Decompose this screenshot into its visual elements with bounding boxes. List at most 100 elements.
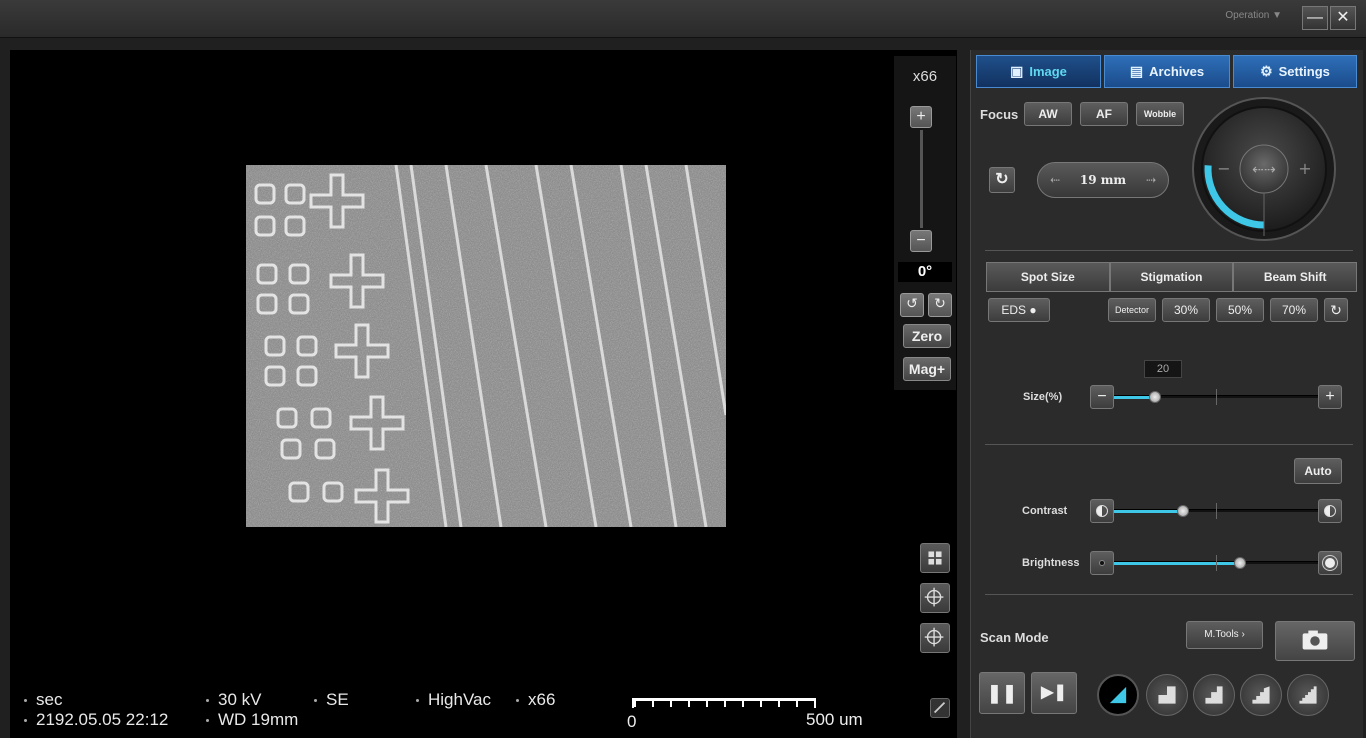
app-window: Operation ▼ — ✕ x66 + − 0° ↺ ↻ Zero Mag+… bbox=[0, 0, 1366, 738]
contrast-decrease-button[interactable] bbox=[1090, 499, 1114, 523]
focus-knob[interactable]: ⇠⇢ − + bbox=[1191, 96, 1337, 242]
contrast-icon bbox=[1324, 505, 1336, 517]
rotate-ccw-button[interactable]: ↺ bbox=[900, 293, 924, 317]
tab-settings[interactable]: ⚙ Settings bbox=[1233, 55, 1357, 88]
capture-button[interactable] bbox=[1275, 621, 1355, 661]
focus-knob-dial: ⇠⇢ − + bbox=[1192, 97, 1336, 241]
bullet-icon bbox=[206, 719, 209, 723]
close-button[interactable]: ✕ bbox=[1330, 6, 1356, 30]
scan-speed-2-button[interactable] bbox=[1146, 674, 1188, 716]
focus-reset-button[interactable]: ↻ bbox=[989, 167, 1015, 193]
bullet-icon bbox=[24, 699, 27, 703]
image-viewer[interactable]: x66 + − 0° ↺ ↻ Zero Mag+ sec 2192.05.05 … bbox=[10, 50, 957, 738]
tab-image[interactable]: ▣ Image bbox=[976, 55, 1101, 88]
brightness-slider-thumb[interactable] bbox=[1234, 557, 1247, 569]
status-working-distance: WD 19mm bbox=[206, 710, 298, 730]
spot-size-button[interactable]: Spot Size bbox=[986, 262, 1110, 292]
status-datetime-text: 2192.05.05 22:12 bbox=[36, 710, 169, 729]
contrast-label: Contrast bbox=[1022, 505, 1068, 517]
preset-30-button[interactable]: 30% bbox=[1162, 298, 1210, 322]
size-increase-button[interactable]: + bbox=[1318, 385, 1342, 409]
bullet-icon bbox=[416, 699, 419, 703]
status-detector-text: SE bbox=[326, 690, 349, 709]
slider-center-tick bbox=[1216, 555, 1217, 571]
brightness-decrease-button[interactable] bbox=[1090, 551, 1114, 575]
preset-70-button[interactable]: 70% bbox=[1270, 298, 1318, 322]
bullet-icon bbox=[516, 699, 519, 703]
scan-speed-4-button[interactable] bbox=[1240, 674, 1282, 716]
contrast-icon bbox=[1096, 505, 1108, 517]
status-magnification: x66 bbox=[516, 690, 555, 710]
beam-shift-button[interactable]: Beam Shift bbox=[1233, 262, 1358, 292]
size-slider-thumb[interactable] bbox=[1148, 391, 1161, 403]
tab-settings-label: Settings bbox=[1278, 64, 1330, 79]
sun-icon bbox=[1325, 558, 1335, 568]
auto-button[interactable]: Auto bbox=[1294, 458, 1342, 484]
operation-mode-select[interactable]: Operation ▼ bbox=[1225, 10, 1282, 21]
aw-button[interactable]: AW bbox=[1024, 102, 1072, 126]
contrast-increase-button[interactable] bbox=[1318, 499, 1342, 523]
status-wd-text: WD 19mm bbox=[218, 710, 299, 729]
scale-start-label: 0 bbox=[627, 712, 637, 731]
contrast-slider[interactable] bbox=[1114, 503, 1318, 519]
status-datetime: 2192.05.05 22:12 bbox=[24, 710, 168, 730]
knob-minus-icon: − bbox=[1217, 159, 1230, 178]
divider bbox=[985, 250, 1353, 251]
zoom-in-button[interactable]: + bbox=[910, 106, 932, 128]
slider-center-tick bbox=[1216, 503, 1217, 519]
arrow-right-icon: ⇢ bbox=[1145, 173, 1156, 187]
preset-50-button[interactable]: 50% bbox=[1216, 298, 1264, 322]
contrast-slider-thumb[interactable] bbox=[1177, 505, 1190, 517]
pause-button[interactable]: ❚❚ bbox=[979, 672, 1025, 714]
annotate-button[interactable] bbox=[930, 698, 950, 718]
step-button[interactable]: ▶❚ bbox=[1031, 672, 1077, 714]
scan-speed-2-icon bbox=[1158, 686, 1176, 704]
status-scan-speed: sec bbox=[24, 690, 62, 710]
wobble-button[interactable]: Wobble bbox=[1136, 102, 1184, 126]
status-vacuum: HighVac bbox=[416, 690, 491, 710]
size-label: Size(%) bbox=[1023, 391, 1063, 403]
contrast-slider-fill bbox=[1114, 510, 1184, 513]
knob-plus-icon: + bbox=[1298, 159, 1311, 178]
minimize-button[interactable]: — bbox=[1302, 6, 1328, 30]
grid-view-button[interactable] bbox=[920, 543, 950, 573]
crosshair-button[interactable] bbox=[920, 583, 950, 613]
center-target-button[interactable] bbox=[920, 623, 950, 653]
magnification-slider[interactable] bbox=[920, 130, 923, 228]
zero-button[interactable]: Zero bbox=[903, 324, 951, 348]
brightness-increase-button[interactable] bbox=[1318, 551, 1342, 575]
title-bar: Operation ▼ — ✕ bbox=[0, 0, 1366, 38]
slider-center-tick bbox=[1216, 389, 1217, 405]
size-value-tooltip: 20 bbox=[1144, 360, 1182, 378]
scan-speed-5-icon bbox=[1299, 686, 1317, 704]
beam-mode-segmented: Spot Size Stigmation Beam Shift bbox=[986, 262, 1358, 292]
scan-speed-3-icon bbox=[1205, 686, 1223, 704]
af-button[interactable]: AF bbox=[1080, 102, 1128, 126]
sem-image[interactable] bbox=[246, 165, 726, 527]
mag-plus-button[interactable]: Mag+ bbox=[903, 357, 951, 381]
scan-speed-5-button[interactable] bbox=[1287, 674, 1329, 716]
target-icon bbox=[924, 627, 944, 647]
magnification-panel: x66 + − 0° ↺ ↻ Zero Mag+ bbox=[894, 56, 956, 390]
status-detector: SE bbox=[314, 690, 349, 710]
brightness-label: Brightness bbox=[1022, 557, 1080, 569]
scan-speed-1-button[interactable] bbox=[1097, 674, 1139, 716]
eds-indicator-icon: ● bbox=[1026, 303, 1037, 317]
eds-button[interactable]: EDS ● bbox=[988, 298, 1050, 322]
magnification-value: x66 bbox=[912, 68, 938, 85]
size-slider[interactable] bbox=[1114, 389, 1318, 405]
tab-archives[interactable]: ▤ Archives bbox=[1104, 55, 1230, 88]
bullet-icon bbox=[24, 719, 27, 723]
mtools-button[interactable]: M.Tools › bbox=[1186, 621, 1263, 649]
zoom-out-button[interactable]: − bbox=[910, 230, 932, 252]
stigmation-button[interactable]: Stigmation bbox=[1109, 262, 1234, 292]
brightness-slider[interactable] bbox=[1114, 555, 1318, 571]
rotate-cw-button[interactable]: ↻ bbox=[928, 293, 952, 317]
size-decrease-button[interactable]: − bbox=[1090, 385, 1114, 409]
working-distance-control[interactable]: ⇠ 19 mm ⇢ bbox=[1037, 162, 1169, 198]
rotation-value: 0° bbox=[898, 262, 952, 282]
detector-button[interactable]: Detector bbox=[1108, 298, 1156, 322]
scan-speed-3-button[interactable] bbox=[1193, 674, 1235, 716]
spot-reset-button[interactable]: ↻ bbox=[1324, 298, 1348, 322]
pencil-icon bbox=[933, 701, 946, 714]
